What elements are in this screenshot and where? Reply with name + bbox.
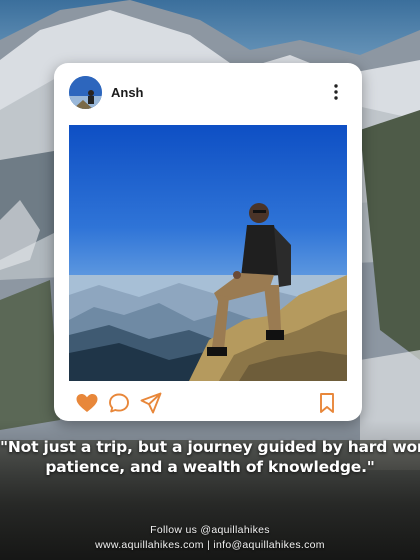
- post-header: Ansh: [54, 63, 362, 123]
- bookmark-icon[interactable]: [315, 391, 339, 415]
- more-vertical-icon[interactable]: [331, 83, 341, 101]
- quote-line-2: patience, and a wealth of knowledge.": [45, 458, 375, 476]
- website-link[interactable]: www.aquillahikes.com: [95, 539, 204, 551]
- send-paper-plane-icon[interactable]: [139, 391, 163, 415]
- comment-bubble-icon[interactable]: [107, 391, 131, 415]
- email-link[interactable]: info@aquillahikes.com: [213, 539, 325, 551]
- avatar-image: [69, 76, 102, 109]
- contact-line: www.aquillahikes.com | info@aquillahikes…: [0, 539, 420, 551]
- username[interactable]: Ansh: [111, 85, 144, 100]
- post-photo-scene: [69, 203, 347, 381]
- quote-line-1: "Not just a trip, but a journey guided b…: [0, 438, 420, 456]
- post-photo: [69, 125, 347, 381]
- post-actions: [54, 385, 362, 421]
- follow-handle[interactable]: Follow us @aquillahikes: [0, 524, 420, 536]
- post-card: Ansh: [54, 63, 362, 421]
- avatar[interactable]: [69, 76, 102, 109]
- contact-separator: |: [207, 539, 211, 551]
- heart-icon[interactable]: [75, 391, 99, 415]
- quote-text: "Not just a trip, but a journey guided b…: [0, 437, 420, 477]
